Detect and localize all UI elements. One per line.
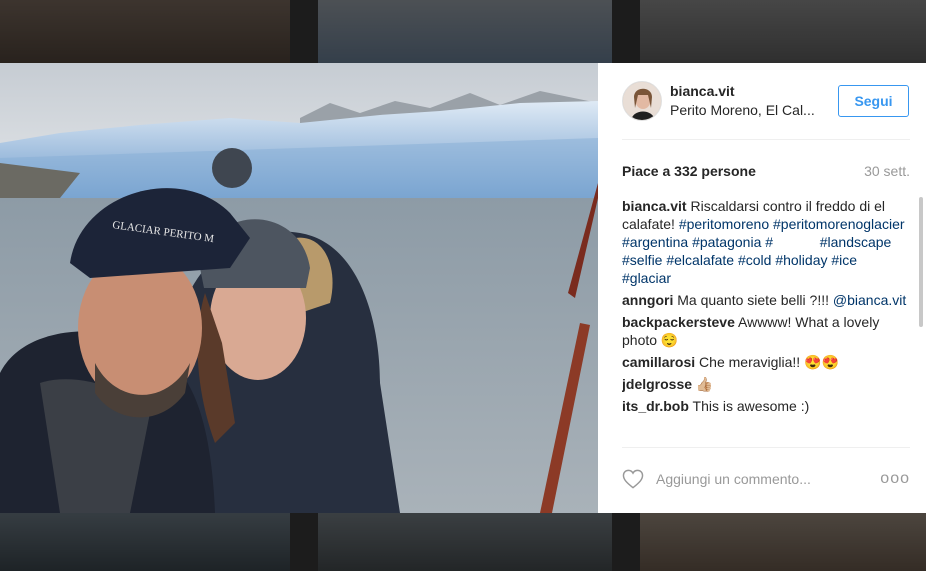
comments-list: bianca.vit Riscaldarsi contro il freddo …	[622, 197, 908, 445]
comment-text: 👍🏼	[692, 376, 714, 392]
hashtag-link[interactable]: #peritomorenoglacier	[773, 216, 905, 232]
hashtag-link[interactable]: #ice	[831, 252, 857, 268]
post-username[interactable]: bianca.vit	[670, 83, 735, 99]
follow-button[interactable]: Segui	[838, 85, 909, 117]
comment-text	[891, 234, 895, 250]
heart-outline-icon[interactable]	[622, 469, 644, 489]
comment-text	[773, 234, 820, 250]
hashtag-link[interactable]: #elcalafate	[666, 252, 734, 268]
comment-username[interactable]: its_dr.bob	[622, 398, 689, 414]
comment-item: backpackersteve Awwww! What a lovely pho…	[622, 313, 908, 349]
avatar[interactable]	[622, 81, 662, 121]
post-modal: GLACIAR PERITO M bianca.vit Perito Moren…	[0, 63, 926, 513]
comment-item: camillarosi Che meraviglia!! 😍😍	[622, 353, 908, 371]
divider	[622, 447, 910, 448]
comment-item: its_dr.bob This is awesome :)	[622, 397, 908, 415]
comment-username[interactable]: backpackersteve	[622, 314, 735, 330]
likes-count[interactable]: Piace a 332 persone	[622, 163, 756, 179]
comment-item: anngori Ma quanto siete belli ?!!! @bian…	[622, 291, 908, 309]
hashtag-link[interactable]: #holiday	[775, 252, 827, 268]
comment-item: jdelgrosse 👍🏼	[622, 375, 908, 393]
hashtag-link[interactable]: #glaciar	[622, 270, 671, 286]
post-location[interactable]: Perito Moreno, El Cal...	[670, 102, 815, 118]
post-date[interactable]: 30 sett.	[864, 163, 910, 179]
post-header: bianca.vit Perito Moreno, El Cal... Segu…	[598, 63, 926, 139]
comment-text: Ma quanto siete belli ?!!!	[673, 292, 833, 308]
more-options-icon[interactable]: ooo	[880, 470, 910, 488]
comment-text	[905, 216, 908, 232]
hashtag-link[interactable]: #argentina	[622, 234, 688, 250]
comment-username[interactable]: jdelgrosse	[622, 376, 692, 392]
hashtag-link[interactable]: #	[765, 234, 773, 250]
add-comment-input[interactable]	[656, 467, 876, 491]
hashtag-link[interactable]: #patagonia	[692, 234, 761, 250]
comments-scrollbar[interactable]	[919, 197, 923, 327]
hashtag-link[interactable]: @bianca.vit	[833, 292, 906, 308]
selfie-glacier-photo: GLACIAR PERITO M	[0, 63, 598, 513]
comment-text: This is awesome :)	[688, 398, 810, 414]
hashtag-link[interactable]: #landscape	[820, 234, 892, 250]
hashtag-link[interactable]: #peritomoreno	[679, 216, 769, 232]
avatar-image	[623, 82, 661, 120]
post-details-panel: bianca.vit Perito Moreno, El Cal... Segu…	[598, 63, 926, 513]
post-photo: GLACIAR PERITO M	[0, 63, 598, 513]
comment-item: bianca.vit Riscaldarsi contro il freddo …	[622, 197, 908, 287]
divider	[622, 139, 910, 140]
comment-username[interactable]: camillarosi	[622, 354, 695, 370]
comment-username[interactable]: bianca.vit	[622, 198, 687, 214]
hashtag-link[interactable]: #selfie	[622, 252, 662, 268]
comment-text	[857, 252, 861, 268]
comment-text: Che meraviglia!! 😍😍	[695, 354, 839, 370]
hashtag-link[interactable]: #cold	[738, 252, 771, 268]
comment-username[interactable]: anngori	[622, 292, 673, 308]
